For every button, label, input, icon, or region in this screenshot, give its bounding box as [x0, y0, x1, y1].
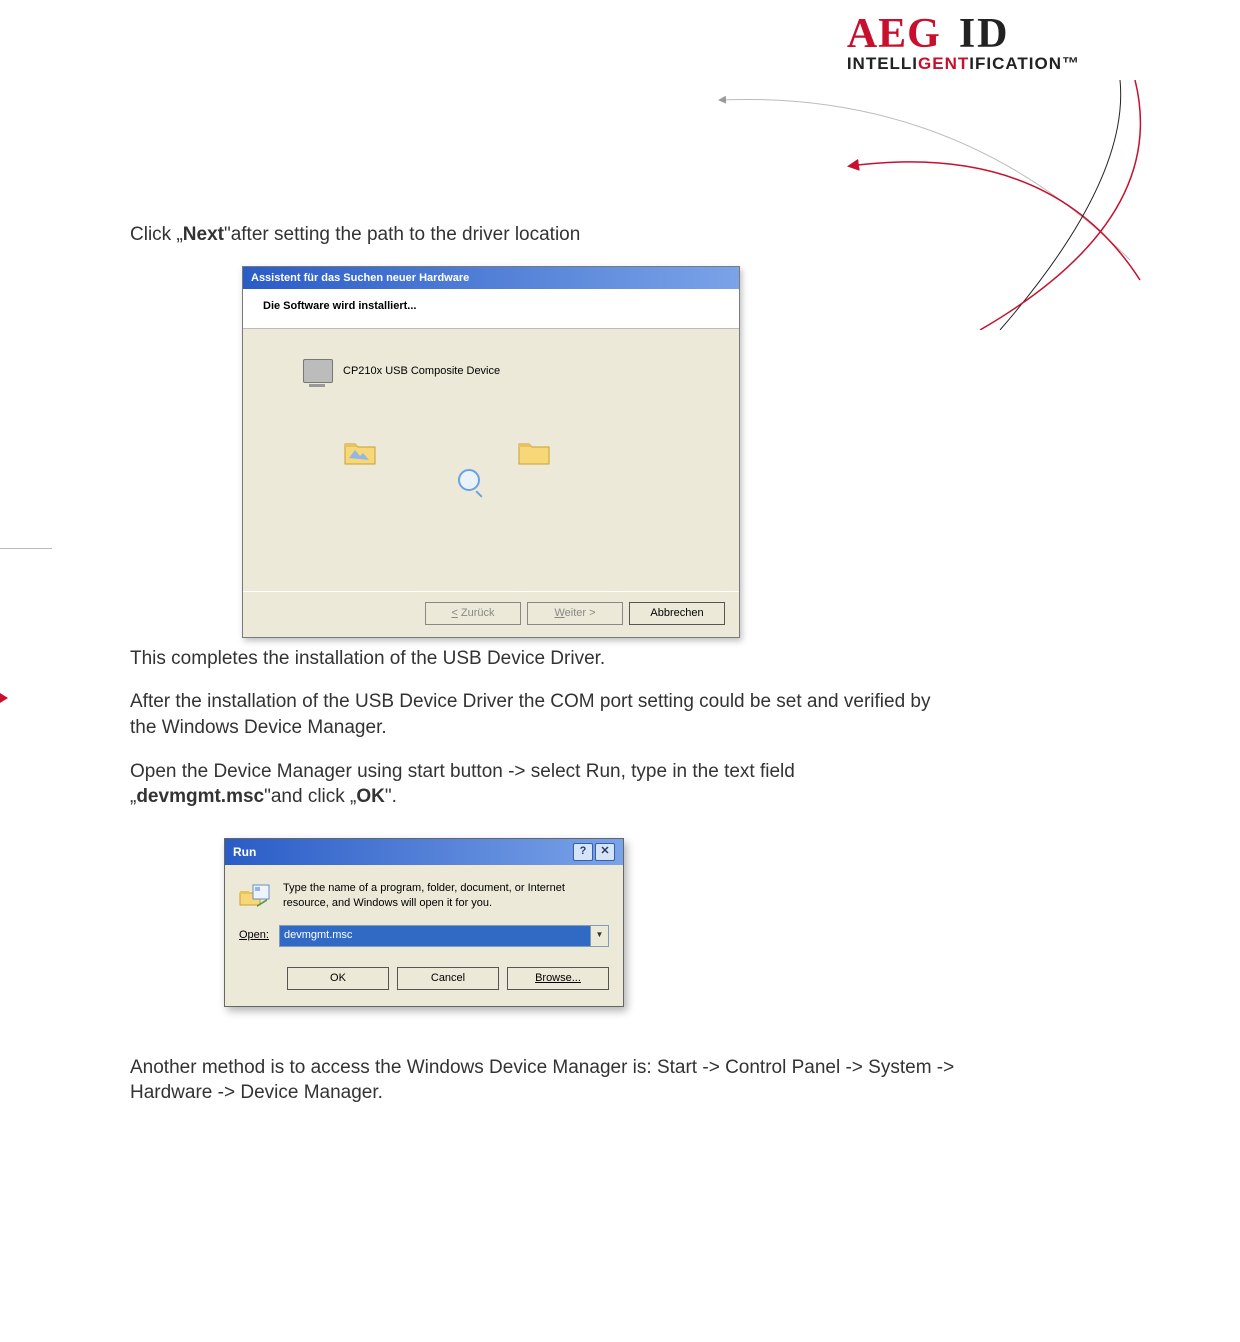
logo-aeg: AEG	[847, 10, 941, 58]
open-label: Open:	[239, 928, 269, 943]
run-body: Type the name of a program, folder, docu…	[225, 865, 623, 917]
device-label: CP210x USB Composite Device	[343, 364, 500, 379]
brand-logo: AEG ID INTELLIGENTIFICATION™	[847, 10, 1080, 74]
intro-text-c: "after setting the path to the driver lo…	[224, 224, 580, 245]
cancel-button[interactable]: Cancel	[397, 967, 499, 990]
folder-source-icon	[343, 438, 377, 466]
logo-sub-post: IFICATION	[969, 54, 1062, 73]
intro-text-a: Click „	[130, 224, 183, 245]
wizard-titlebar: Assistent für das Suchen neuer Hardware	[243, 267, 739, 290]
run-title-text: Run	[233, 844, 256, 860]
chevron-down-icon[interactable]: ▼	[590, 926, 608, 946]
p3e: ".	[385, 786, 397, 807]
next-button[interactable]: Weiter >	[527, 602, 623, 625]
intro-paragraph: Click „Next"after setting the path to th…	[130, 222, 960, 248]
logo-tm: ™	[1062, 54, 1080, 73]
side-gray-line	[0, 548, 52, 549]
paragraph-3: Open the Device Manager using start butt…	[130, 759, 960, 810]
folder-row	[343, 438, 709, 466]
device-icon	[303, 359, 333, 383]
magnifier-icon	[458, 469, 480, 491]
p3b: devmgmt.msc	[136, 786, 264, 807]
wizard-header-text: Die Software wird installiert...	[243, 289, 739, 329]
run-open-row: Open: devmgmt.msc ▼	[225, 917, 623, 953]
logo-id: ID	[959, 10, 1010, 58]
folder-dest-icon	[517, 438, 551, 466]
open-combobox[interactable]: devmgmt.msc ▼	[279, 925, 609, 947]
paragraph-2: After the installation of the USB Device…	[130, 689, 960, 740]
p3c: "and click „	[264, 786, 356, 807]
run-description: Type the name of a program, folder, docu…	[283, 881, 609, 913]
close-icon[interactable]: ✕	[595, 843, 615, 861]
intro-bold-next: Next	[183, 224, 224, 245]
logo-sub-mid: GENT	[918, 54, 969, 73]
device-row: CP210x USB Composite Device	[303, 359, 709, 383]
cancel-button[interactable]: Abbrechen	[629, 602, 725, 625]
browse-label: Browse...	[535, 972, 581, 984]
run-footer: OK Cancel Browse...	[225, 953, 623, 1006]
after-wizard-text: This completes the installation of the U…	[130, 646, 960, 672]
help-icon[interactable]: ?	[573, 843, 593, 861]
logo-sub-pre: INTELLI	[847, 54, 918, 73]
run-dialog: Run ? ✕ Type the name of a program, fold…	[224, 838, 624, 1007]
ok-button[interactable]: OK	[287, 967, 389, 990]
p3d: OK	[356, 786, 385, 807]
wizard-footer: < Zurück Weiter > Abbrechen	[243, 591, 739, 637]
browse-button[interactable]: Browse...	[507, 967, 609, 990]
hardware-wizard-dialog: Assistent für das Suchen neuer Hardware …	[242, 266, 740, 638]
logo-subtitle: INTELLIGENTIFICATION™	[847, 54, 1080, 74]
document-content: Click „Next"after setting the path to th…	[130, 222, 960, 1124]
run-titlebar: Run ? ✕	[225, 839, 623, 865]
back-button[interactable]: < Zurück	[425, 602, 521, 625]
open-input[interactable]: devmgmt.msc	[280, 926, 590, 946]
side-red-marker	[0, 693, 8, 703]
final-paragraph: Another method is to access the Windows …	[130, 1055, 960, 1106]
wizard-body: CP210x USB Composite Device	[243, 329, 739, 590]
run-app-icon	[239, 881, 271, 913]
run-titlebar-buttons: ? ✕	[573, 843, 615, 861]
